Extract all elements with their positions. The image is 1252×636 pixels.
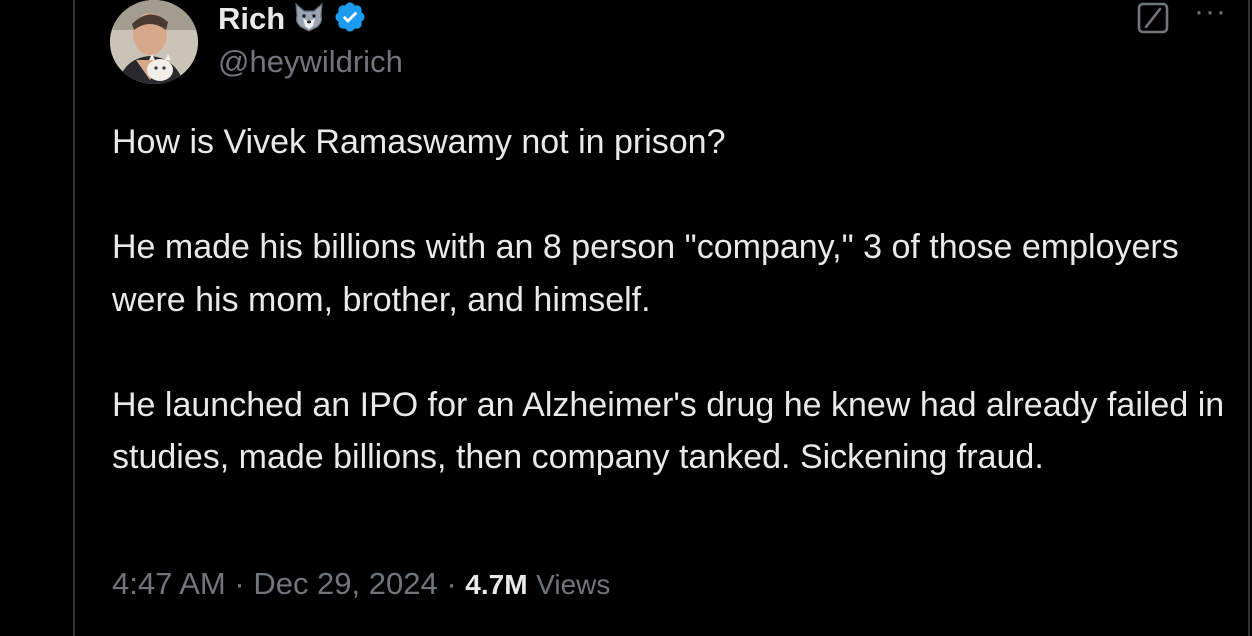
column-left-border (73, 0, 75, 636)
views-count[interactable]: 4.7M (465, 569, 527, 601)
meta-separator: · (225, 566, 254, 601)
tweet-paragraph-spacer (112, 326, 1242, 379)
views-spacer (528, 566, 537, 602)
tweet-meta: 4:47 AM · Dec 29, 2024 · 4.7M Views (112, 566, 610, 602)
author-name-row: Rich (218, 0, 367, 38)
verified-badge-icon[interactable] (333, 0, 367, 39)
display-name[interactable]: Rich (218, 1, 285, 37)
tweet-text: How is Vivek Ramaswamy not in prison? He… (112, 116, 1242, 484)
tweet-paragraph: He made his billions with an 8 person "c… (112, 228, 1189, 319)
column-right-border (1248, 0, 1250, 636)
tweet-paragraph-spacer (112, 169, 1242, 222)
grok-icon[interactable] (1137, 2, 1169, 34)
views-label: Views (536, 569, 611, 600)
tweet-paragraph: How is Vivek Ramaswamy not in prison? (112, 123, 726, 161)
tweet-detail-page: Rich @heywildrich ··· How is Vivek Ramas… (0, 0, 1252, 636)
wolf-emoji-icon (293, 2, 325, 37)
meta-separator: · (437, 566, 466, 601)
more-icon[interactable]: ··· (1194, 0, 1234, 34)
tweet-paragraph: He launched an IPO for an Alzheimer's dr… (112, 385, 1234, 477)
tweet-time[interactable]: 4:47 AM (112, 566, 226, 602)
tweet-date[interactable]: Dec 29, 2024 (253, 566, 437, 602)
avatar[interactable] (110, 0, 198, 84)
author-handle[interactable]: @heywildrich (218, 44, 403, 80)
